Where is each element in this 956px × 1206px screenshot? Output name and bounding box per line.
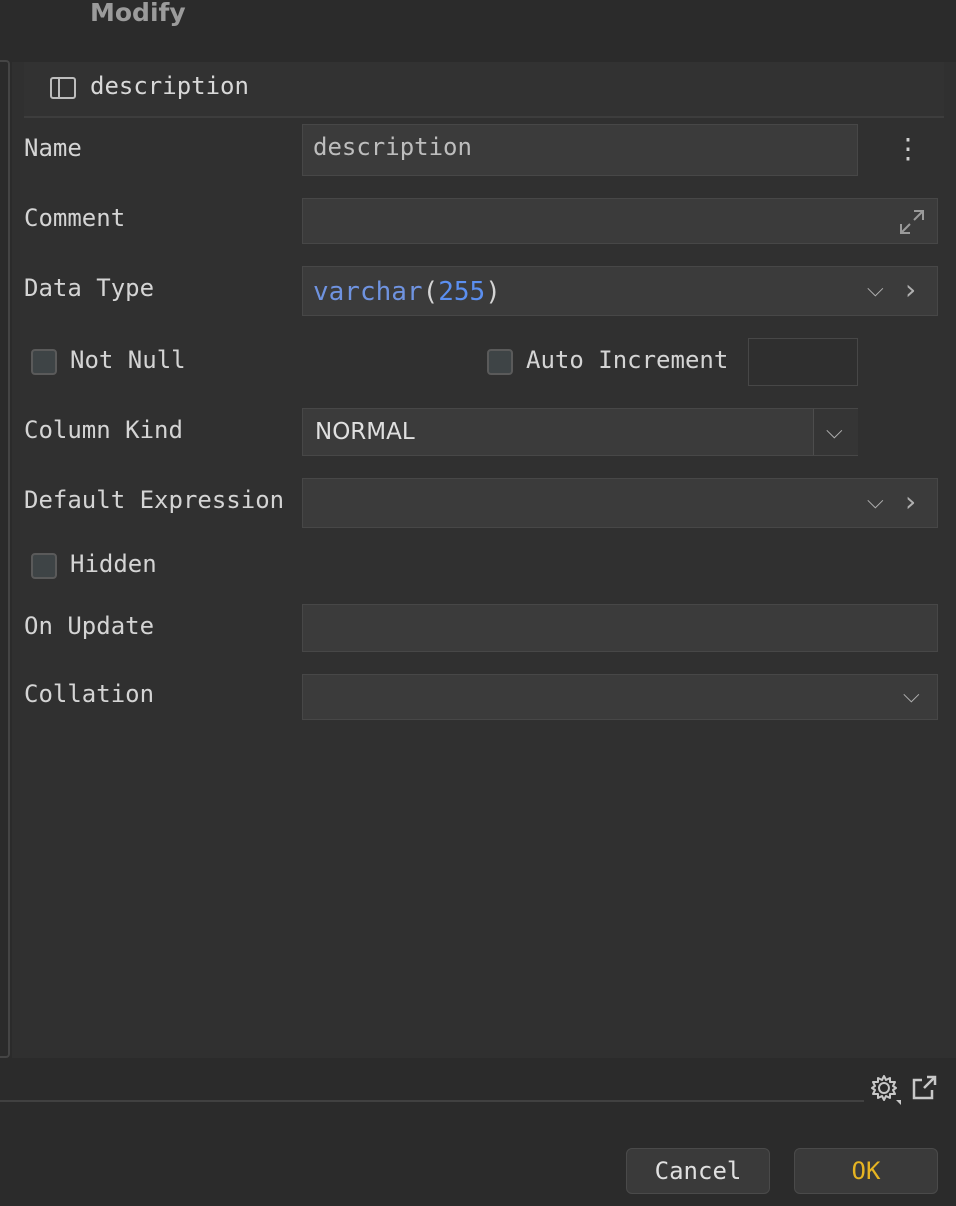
data-type-value: varchar(255)	[313, 277, 501, 307]
data-type-open-paren: (	[422, 277, 439, 307]
hidden-checkbox[interactable]	[31, 553, 57, 579]
left-panel-edge	[0, 60, 10, 1058]
on-update-input[interactable]	[302, 604, 938, 652]
data-type-length: 255	[438, 277, 486, 307]
not-null-checkbox[interactable]	[31, 349, 57, 375]
chevron-down-icon[interactable]: ⌵	[867, 277, 884, 302]
collation-label: Collation	[24, 680, 155, 708]
name-label: Name	[24, 134, 82, 162]
default-expression-input[interactable]: ⌵ ›	[302, 478, 938, 528]
column-kind-dropdown-button[interactable]: ⌵	[813, 409, 858, 455]
data-type-keyword: varchar	[313, 277, 423, 307]
chevron-down-icon[interactable]: ⌵	[903, 683, 920, 708]
auto-increment-value-input[interactable]	[748, 338, 858, 386]
expand-icon[interactable]	[897, 207, 927, 237]
ok-button[interactable]: OK	[794, 1148, 938, 1194]
hidden-label: Hidden	[70, 550, 157, 578]
collation-select[interactable]: ⌵	[302, 674, 938, 720]
more-vertical-icon[interactable]: ⋮	[894, 132, 922, 165]
auto-increment-label: Auto Increment	[526, 346, 729, 374]
name-value: description	[313, 133, 472, 161]
column-kind-select[interactable]: NORMAL ⌵	[302, 408, 858, 456]
data-type-input[interactable]: varchar(255) ⌵ ›	[302, 266, 938, 316]
popout-icon[interactable]	[910, 1074, 938, 1102]
data-type-label: Data Type	[24, 274, 155, 302]
gear-icon[interactable]	[868, 1072, 902, 1106]
on-update-label: On Update	[24, 612, 155, 640]
chevron-down-icon: ⌵	[826, 419, 843, 444]
comment-label: Comment	[24, 204, 126, 232]
bottom-divider	[0, 1100, 864, 1102]
name-input[interactable]: description	[302, 124, 858, 176]
column-icon	[50, 77, 76, 99]
comment-input[interactable]	[302, 198, 938, 244]
data-type-close-paren: )	[485, 277, 501, 307]
auto-increment-checkbox[interactable]	[487, 349, 513, 375]
cancel-button[interactable]: Cancel	[626, 1148, 770, 1194]
column-kind-label: Column Kind	[24, 416, 183, 444]
not-null-label: Not Null	[70, 346, 186, 374]
chevron-right-icon[interactable]: ›	[905, 485, 916, 518]
dialog-title: Modify	[90, 0, 186, 27]
chevron-down-icon[interactable]: ⌵	[867, 489, 884, 514]
column-header-title: description	[90, 72, 249, 100]
column-kind-value: NORMAL	[315, 419, 415, 445]
chevron-right-icon[interactable]: ›	[905, 273, 916, 306]
default-expression-label: Default Expression	[24, 486, 285, 514]
